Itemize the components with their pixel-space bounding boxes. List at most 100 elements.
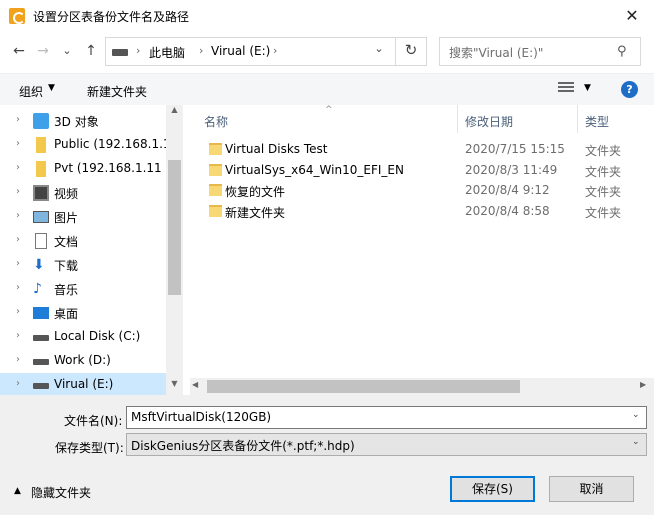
expand-chevron-icon[interactable]: › bbox=[16, 114, 20, 125]
navigation-scrollbar-thumb[interactable] bbox=[168, 160, 181, 295]
3d-objects-icon bbox=[33, 113, 49, 129]
expand-chevron-icon[interactable]: › bbox=[16, 306, 20, 317]
organize-menu-button[interactable]: 组织 bbox=[19, 83, 43, 100]
breadcrumb-separator-icon[interactable]: › bbox=[273, 44, 277, 57]
close-button[interactable]: ✕ bbox=[610, 0, 654, 31]
file-date: 2020/8/4 8:58 bbox=[465, 203, 550, 218]
sidebar-item-label: Public (192.168.1.11 bbox=[54, 137, 166, 151]
diskgenius-app-icon bbox=[9, 8, 25, 24]
sidebar-item-label: 视频 bbox=[54, 187, 79, 201]
sidebar-item-label: Virual (E:) bbox=[54, 377, 114, 391]
file-name: VirtualSys_x64_Win10_EFI_EN bbox=[225, 162, 404, 177]
sidebar-item[interactable]: › Public (192.168.1.11 bbox=[0, 133, 166, 157]
expand-chevron-icon[interactable]: › bbox=[16, 330, 20, 341]
sidebar-item[interactable]: › ⬇ 下载 bbox=[0, 253, 166, 277]
search-icon[interactable]: ⚲ bbox=[617, 44, 627, 59]
sidebar-item-label: Local Disk (C:) bbox=[54, 329, 141, 343]
column-header-date[interactable]: 修改日期 bbox=[465, 113, 513, 130]
file-type: 文件夹 bbox=[585, 185, 622, 199]
scroll-left-arrow-icon[interactable]: ◀ bbox=[192, 380, 198, 389]
sidebar-item-label: 桌面 bbox=[54, 307, 79, 321]
view-options-icon[interactable] bbox=[558, 82, 574, 96]
expand-chevron-icon[interactable]: › bbox=[16, 258, 20, 269]
sidebar-item[interactable]: › Pvt (192.168.1.11 (e bbox=[0, 157, 166, 181]
expand-chevron-icon[interactable]: › bbox=[16, 138, 20, 149]
expand-chevron-icon[interactable]: › bbox=[16, 162, 20, 173]
collapse-arrow-icon[interactable]: ▲ bbox=[14, 486, 21, 496]
documents-icon bbox=[35, 233, 47, 249]
folder-icon bbox=[209, 204, 222, 217]
folder-icon bbox=[209, 163, 222, 176]
breadcrumb-this-pc[interactable]: 此电脑 bbox=[149, 44, 185, 61]
filename-input[interactable]: MsftVirtualDisk(120GB) ⌄ bbox=[126, 406, 647, 429]
filetype-label: 保存类型(T): bbox=[55, 441, 124, 455]
save-button[interactable]: 保存(S) bbox=[450, 476, 535, 502]
file-date: 2020/8/3 11:49 bbox=[465, 162, 558, 177]
sort-ascending-icon: ^ bbox=[325, 105, 333, 115]
sidebar-item-label: 下载 bbox=[54, 259, 79, 273]
expand-chevron-icon[interactable]: › bbox=[16, 354, 20, 365]
help-icon[interactable]: ? bbox=[621, 81, 638, 98]
view-dropdown-icon[interactable]: ▼ bbox=[584, 83, 591, 93]
drive-icon bbox=[112, 49, 128, 56]
file-list: ^ 名称 修改日期 类型 Virtual Disks Test 2020/7/15… bbox=[190, 105, 654, 395]
scroll-up-arrow-icon[interactable]: ▲ bbox=[166, 105, 183, 114]
address-dropdown-icon[interactable]: ⌄ bbox=[369, 42, 389, 55]
address-bar[interactable]: › 此电脑 › Virual (E:) › ⌄ bbox=[105, 37, 427, 66]
column-divider[interactable] bbox=[577, 105, 578, 133]
scroll-down-arrow-icon[interactable]: ▼ bbox=[166, 379, 183, 388]
sidebar-item[interactable]: › 文档 bbox=[0, 229, 166, 253]
horizontal-scrollbar-thumb[interactable] bbox=[207, 380, 520, 393]
column-header-type[interactable]: 类型 bbox=[585, 113, 609, 130]
cancel-button[interactable]: 取消 bbox=[549, 476, 634, 502]
drive-icon bbox=[33, 383, 49, 389]
filetype-select[interactable]: DiskGenius分区表备份文件(*.ptf;*.hdp) ⌄ bbox=[126, 433, 647, 456]
file-row[interactable]: Virtual Disks Test 2020/7/15 15:15 文件夹 bbox=[190, 139, 654, 160]
desktop-icon bbox=[33, 307, 49, 319]
sidebar-item[interactable]: › Work (D:) bbox=[0, 349, 166, 373]
expand-chevron-icon[interactable]: › bbox=[16, 282, 20, 293]
sidebar-item[interactable]: › Virual (E:) bbox=[0, 373, 166, 397]
organize-dropdown-icon[interactable]: ▼ bbox=[48, 83, 55, 93]
expand-chevron-icon[interactable]: › bbox=[16, 186, 20, 197]
filetype-dropdown-icon[interactable]: ⌄ bbox=[632, 437, 640, 447]
search-placeholder: 搜索"Virual (E:)" bbox=[449, 46, 544, 60]
network-drive-icon bbox=[36, 161, 46, 177]
sidebar-item[interactable]: › Local Disk (C:) bbox=[0, 325, 166, 349]
file-date: 2020/8/4 9:12 bbox=[465, 183, 550, 197]
sidebar-item[interactable]: › 3D 对象 bbox=[0, 109, 166, 133]
breadcrumb-separator-icon[interactable]: › bbox=[199, 44, 203, 57]
sidebar-item[interactable]: › 图片 bbox=[0, 205, 166, 229]
sidebar-item[interactable]: › ♪ 音乐 bbox=[0, 277, 166, 301]
videos-icon bbox=[33, 185, 49, 201]
back-arrow-icon[interactable]: ← bbox=[10, 42, 28, 60]
filename-dropdown-icon[interactable]: ⌄ bbox=[632, 410, 640, 420]
column-divider[interactable] bbox=[457, 105, 458, 133]
file-row[interactable]: 恢复的文件 2020/8/4 9:12 文件夹 bbox=[190, 180, 654, 201]
recent-locations-chevron-icon[interactable]: ⌄ bbox=[58, 42, 76, 60]
search-input[interactable]: 搜索"Virual (E:)" ⚲ bbox=[439, 37, 641, 66]
new-folder-button[interactable]: 新建文件夹 bbox=[87, 83, 147, 100]
file-type: 文件夹 bbox=[585, 205, 622, 220]
expand-chevron-icon[interactable]: › bbox=[16, 378, 20, 389]
file-type: 文件夹 bbox=[585, 144, 622, 158]
breadcrumb-virual-e[interactable]: Virual (E:) bbox=[211, 44, 270, 58]
file-name: Virtual Disks Test bbox=[225, 142, 328, 156]
up-arrow-icon[interactable]: ↑ bbox=[82, 42, 100, 60]
network-drive-icon bbox=[36, 137, 46, 153]
scroll-right-arrow-icon[interactable]: ▶ bbox=[640, 380, 646, 389]
hide-folders-toggle[interactable]: 隐藏文件夹 bbox=[31, 484, 91, 501]
drive-icon bbox=[33, 335, 49, 341]
sidebar-item[interactable]: › 桌面 bbox=[0, 301, 166, 325]
sidebar-item-label: 文档 bbox=[54, 235, 79, 249]
file-row[interactable]: VirtualSys_x64_Win10_EFI_EN 2020/8/3 11:4… bbox=[190, 160, 654, 181]
sidebar-item-label: Pvt (192.168.1.11 (e bbox=[54, 161, 166, 175]
refresh-icon[interactable]: ↻ bbox=[395, 37, 426, 66]
expand-chevron-icon[interactable]: › bbox=[16, 210, 20, 221]
sidebar-item[interactable]: › 视频 bbox=[0, 181, 166, 205]
file-row[interactable]: 新建文件夹 2020/8/4 8:58 文件夹 bbox=[190, 201, 654, 222]
expand-chevron-icon[interactable]: › bbox=[16, 234, 20, 245]
pictures-icon bbox=[33, 211, 49, 223]
column-header-name[interactable]: 名称 bbox=[204, 113, 228, 130]
forward-arrow-icon[interactable]: → bbox=[34, 42, 52, 60]
